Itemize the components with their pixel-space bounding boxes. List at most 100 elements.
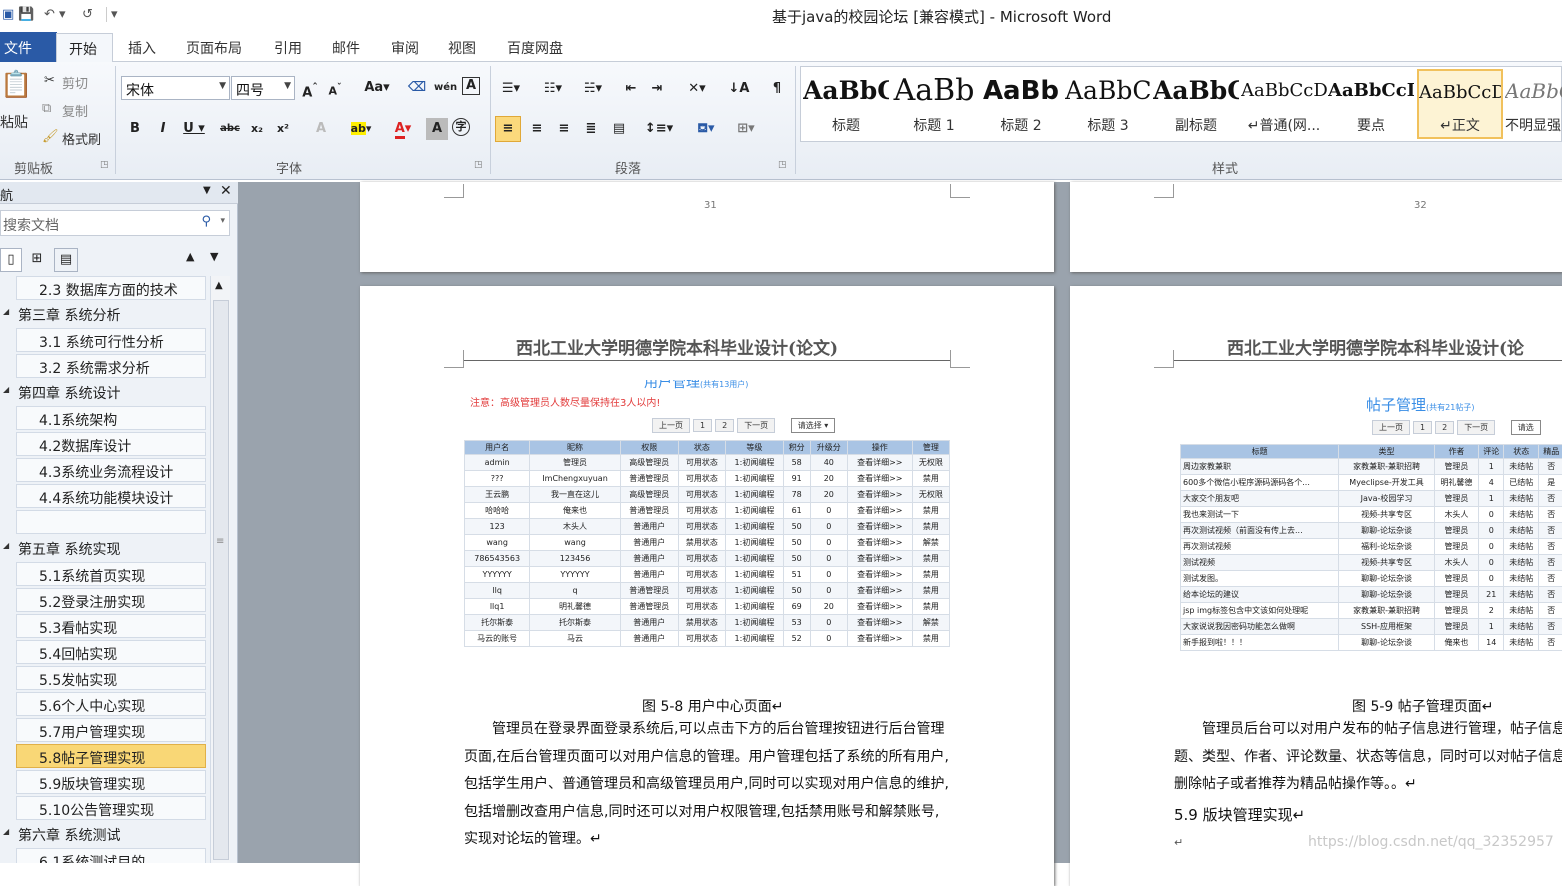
cut-button[interactable]: 剪切 <box>62 73 88 92</box>
nav-heading-item[interactable]: 3.2 系统需求分析 <box>16 354 206 378</box>
chevron-down-icon[interactable]: ▾ <box>220 216 225 226</box>
nav-heading-item[interactable]: 4.3系统业务流程设计 <box>16 458 206 482</box>
highlight-icon[interactable]: ab▾ <box>344 118 378 140</box>
font-size-combo[interactable]: 四号▼ <box>231 76 295 100</box>
nav-heading-item[interactable]: 2.3 数据库方面的技术 <box>16 276 206 300</box>
tab-insert[interactable]: 插入 <box>128 38 156 58</box>
tab-review[interactable]: 审阅 <box>391 38 419 58</box>
nav-heading-item[interactable]: ◢第三章 系统分析 <box>0 302 206 326</box>
nav-heading-item[interactable]: 5.9版块管理实现 <box>16 770 206 794</box>
clear-format-icon[interactable]: ⌫ <box>406 77 428 99</box>
save-icon[interactable]: 💾 <box>18 7 34 22</box>
cut-icon[interactable]: ✂ <box>44 73 55 88</box>
tab-view[interactable]: 视图 <box>448 38 476 58</box>
scrollbar-thumb[interactable] <box>213 300 229 860</box>
results-view-icon[interactable]: ▤ <box>54 248 78 272</box>
nav-heading-item[interactable] <box>16 510 206 534</box>
font-name-combo[interactable]: 宋体▼ <box>121 76 230 100</box>
nav-heading-item[interactable]: 5.3看帖实现 <box>16 614 206 638</box>
nav-pane-menu-icon[interactable]: ▼ <box>203 185 211 196</box>
justify-icon[interactable]: ≣ <box>580 118 602 140</box>
align-right-icon[interactable]: ≡ <box>553 118 575 140</box>
tab-page-layout[interactable]: 页面布局 <box>186 38 242 58</box>
numbering-icon[interactable]: ☷▾ <box>538 78 568 100</box>
nav-heading-item[interactable]: 5.6个人中心实现 <box>16 692 206 716</box>
paste-icon[interactable]: 📋 <box>0 70 30 104</box>
tab-baidu-netdisk[interactable]: 百度网盘 <box>507 38 563 58</box>
style-subtitle[interactable]: AaBbC副标题 <box>1153 69 1239 139</box>
dialog-launcher-icon[interactable]: ◳ <box>474 160 483 170</box>
character-border-icon[interactable]: A <box>462 77 480 95</box>
style-normal[interactable]: AaBbCcDd↵正文 <box>1417 69 1503 139</box>
nav-heading-item[interactable]: 5.2登录注册实现 <box>16 588 206 612</box>
tab-file[interactable]: 文件 <box>0 32 57 62</box>
format-painter-icon[interactable]: 🖌 <box>42 129 59 144</box>
style-title[interactable]: AaBbC标题 <box>803 69 889 139</box>
paste-button[interactable]: 粘贴 <box>0 112 28 132</box>
nav-heading-item[interactable]: 5.4回帖实现 <box>16 640 206 664</box>
word-icon[interactable]: ▣ <box>2 7 14 22</box>
dialog-launcher-icon[interactable]: ◳ <box>778 160 787 170</box>
text-effects-icon[interactable]: A <box>310 118 332 140</box>
multilevel-list-icon[interactable]: ☵▾ <box>578 78 608 100</box>
nav-heading-item[interactable]: ◢第六章 系统测试 <box>0 822 206 846</box>
show-marks-icon[interactable]: ¶ <box>766 78 788 100</box>
phonetic-guide-icon[interactable]: wén <box>434 77 456 99</box>
strikethrough-icon[interactable]: abc <box>218 118 242 140</box>
search-icon[interactable]: ⚲ <box>201 214 211 229</box>
next-heading-icon[interactable]: ▼ <box>210 250 218 263</box>
redo-icon[interactable]: ↺ <box>82 7 93 22</box>
collapse-triangle-icon[interactable]: ◢ <box>3 307 9 316</box>
dialog-launcher-icon[interactable]: ◳ <box>100 160 109 170</box>
copy-icon[interactable]: ⧉ <box>42 101 51 116</box>
align-center-icon[interactable]: ≡ <box>526 118 548 140</box>
collapse-triangle-icon[interactable]: ◢ <box>3 541 9 550</box>
italic-icon[interactable]: I <box>152 118 174 140</box>
borders-icon[interactable]: ⊞▾ <box>730 118 762 140</box>
pages-view-icon[interactable]: ⊞ <box>26 248 48 272</box>
style-subtle-emphasis[interactable]: AaBbC不明显强 <box>1505 69 1562 139</box>
style-strong[interactable]: AaBbCcI要点 <box>1328 69 1414 139</box>
font-color-icon[interactable]: A▾ <box>388 118 418 140</box>
nav-heading-item[interactable]: 4.2数据库设计 <box>16 432 206 456</box>
scroll-up-icon[interactable]: ▲ <box>215 280 223 291</box>
subscript-icon[interactable]: x₂ <box>246 118 268 140</box>
nav-heading-item[interactable]: 3.1 系统可行性分析 <box>16 328 206 352</box>
collapse-triangle-icon[interactable]: ◢ <box>3 385 9 394</box>
nav-heading-item[interactable]: 5.7用户管理实现 <box>16 718 206 742</box>
underline-icon[interactable]: U ▾ <box>178 118 210 140</box>
distributed-icon[interactable]: ▤ <box>608 118 630 140</box>
grow-font-icon[interactable]: Aˆ <box>299 77 321 99</box>
style-heading-1[interactable]: AaBb标题 1 <box>891 69 977 139</box>
nav-heading-item[interactable]: 5.10公告管理实现 <box>16 796 206 820</box>
nav-heading-item[interactable]: ◢第五章 系统实现 <box>0 536 206 560</box>
customize-quick-access-icon[interactable]: ▾ <box>106 7 118 22</box>
nav-heading-item[interactable]: 5.5发帖实现 <box>16 666 206 690</box>
align-left-icon[interactable]: ≡ <box>495 116 521 142</box>
nav-heading-item[interactable]: 4.4系统功能模块设计 <box>16 484 206 508</box>
bullets-icon[interactable]: ☰▾ <box>498 78 524 100</box>
search-input[interactable]: 搜索文档 ⚲ ▾ <box>0 210 230 236</box>
chinese-layout-icon[interactable]: ✕▾ <box>682 78 712 100</box>
undo-icon[interactable]: ↶ ▾ <box>44 7 66 22</box>
collapse-triangle-icon[interactable]: ◢ <box>3 827 9 836</box>
change-case-icon[interactable]: Aa▾ <box>362 77 392 99</box>
headings-view-icon[interactable]: ▯ <box>0 248 22 272</box>
shading-icon[interactable]: ⛾▾ <box>690 118 722 140</box>
nav-heading-item[interactable]: 5.1系统首页实现 <box>16 562 206 586</box>
tab-references[interactable]: 引用 <box>274 38 302 58</box>
character-shading-icon[interactable]: A <box>426 118 448 140</box>
nav-heading-item[interactable]: 4.1系统架构 <box>16 406 206 430</box>
increase-indent-icon[interactable]: ⇥ <box>646 78 668 100</box>
tab-mailings[interactable]: 邮件 <box>332 38 360 58</box>
scrollbar[interactable]: ▲ ≡ <box>210 276 230 863</box>
copy-button[interactable]: 复制 <box>62 101 88 120</box>
style-normal-web[interactable]: AaBbCcDd↵普通(网... <box>1241 69 1327 139</box>
superscript-icon[interactable]: x² <box>272 118 294 140</box>
previous-heading-icon[interactable]: ▲ <box>186 250 194 263</box>
style-heading-2[interactable]: AaBb标题 2 <box>978 69 1064 139</box>
style-heading-3[interactable]: AaBbC标题 3 <box>1065 69 1151 139</box>
enclose-characters-icon[interactable]: 字 <box>452 118 470 136</box>
sort-icon[interactable]: ↓A <box>728 78 750 100</box>
decrease-indent-icon[interactable]: ⇤ <box>620 78 642 100</box>
